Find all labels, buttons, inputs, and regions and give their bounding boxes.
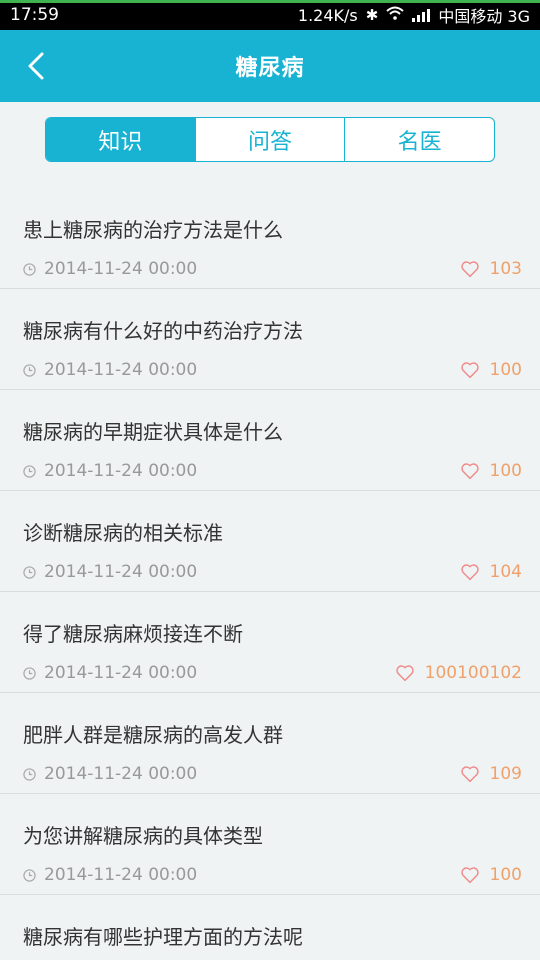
- page-title: 糖尿病: [235, 56, 305, 81]
- signal-icon: [412, 8, 431, 22]
- article-title: 诊断糖尿病的相关标准: [23, 521, 223, 545]
- status-accent-line: [0, 0, 540, 3]
- like-count: 104: [489, 562, 522, 582]
- tab-qa[interactable]: 问答: [196, 118, 346, 161]
- article-meta: 2014-11-24 00:00 100: [23, 360, 522, 380]
- bluetooth-icon: ✱: [365, 6, 379, 24]
- article-meta: 2014-11-24 00:00 104: [23, 562, 522, 582]
- heart-icon[interactable]: [460, 866, 480, 884]
- segmented-tabs: 知识 问答 名医: [45, 117, 495, 162]
- article-meta: 2014-11-24 00:00 100100102: [23, 663, 522, 683]
- tab-doctors[interactable]: 名医: [345, 118, 494, 161]
- title-bar: 糖尿病: [0, 30, 540, 102]
- clock-icon: [23, 363, 36, 377]
- list-item[interactable]: 诊断糖尿病的相关标准 2014-11-24 00:00 104: [0, 491, 540, 592]
- article-date: 2014-11-24 00:00: [44, 562, 198, 582]
- chevron-left-icon: [28, 52, 44, 80]
- clock-icon: [23, 666, 36, 680]
- article-title: 患上糖尿病的治疗方法是什么: [23, 218, 283, 242]
- back-button[interactable]: [14, 44, 58, 88]
- wifi-icon: [386, 6, 404, 24]
- list-item[interactable]: 患上糖尿病的治疗方法是什么 2014-11-24 00:00 103: [0, 188, 540, 289]
- status-bar: 17:59 1.24K/s ✱ 中国移动 3G: [0, 0, 540, 30]
- article-title: 得了糖尿病麻烦接连不断: [23, 622, 243, 646]
- article-date: 2014-11-24 00:00: [44, 663, 198, 683]
- article-meta: 2014-11-24 00:00 100: [23, 865, 522, 885]
- list-item[interactable]: 为您讲解糖尿病的具体类型 2014-11-24 00:00 100: [0, 794, 540, 895]
- heart-icon[interactable]: [460, 361, 480, 379]
- like-count: 103: [489, 259, 522, 279]
- like-count: 100: [489, 360, 522, 380]
- heart-icon[interactable]: [395, 664, 415, 682]
- list-item[interactable]: 糖尿病的早期症状具体是什么 2014-11-24 00:00 100: [0, 390, 540, 491]
- like-count: 100: [489, 865, 522, 885]
- article-meta: 2014-11-24 00:00 103: [23, 259, 522, 279]
- heart-icon[interactable]: [460, 462, 480, 480]
- article-meta: 2014-11-24 00:00 100: [23, 461, 522, 481]
- clock-icon: [23, 262, 36, 276]
- network-speed: 1.24K/s: [297, 5, 358, 25]
- like-count: 100: [489, 461, 522, 481]
- article-meta: 2014-11-24 00:00 109: [23, 764, 522, 784]
- heart-icon[interactable]: [460, 260, 480, 278]
- article-title: 肥胖人群是糖尿病的高发人群: [23, 723, 283, 747]
- clock-icon: [23, 767, 36, 781]
- heart-icon[interactable]: [460, 765, 480, 783]
- clock-icon: [23, 464, 36, 478]
- tab-knowledge[interactable]: 知识: [46, 118, 196, 161]
- article-title: 糖尿病的早期症状具体是什么: [23, 420, 283, 444]
- article-date: 2014-11-24 00:00: [44, 865, 198, 885]
- list-item[interactable]: 肥胖人群是糖尿病的高发人群 2014-11-24 00:00 109: [0, 693, 540, 794]
- list-item[interactable]: 糖尿病有什么好的中药治疗方法 2014-11-24 00:00 100: [0, 289, 540, 390]
- like-count: 109: [489, 764, 522, 784]
- status-time: 17:59: [10, 5, 59, 25]
- clock-icon: [23, 868, 36, 882]
- article-date: 2014-11-24 00:00: [44, 360, 198, 380]
- article-title: 为您讲解糖尿病的具体类型: [23, 824, 263, 848]
- article-title: 糖尿病有哪些护理方面的方法呢: [23, 925, 303, 949]
- article-date: 2014-11-24 00:00: [44, 461, 198, 481]
- like-count: 100100102: [424, 663, 522, 683]
- clock-icon: [23, 565, 36, 579]
- article-date: 2014-11-24 00:00: [44, 764, 198, 784]
- status-indicators: 1.24K/s ✱ 中国移动 3G: [298, 3, 530, 27]
- heart-icon[interactable]: [460, 563, 480, 581]
- list-item[interactable]: 糖尿病有哪些护理方面的方法呢: [0, 895, 540, 960]
- article-title: 糖尿病有什么好的中药治疗方法: [23, 319, 303, 343]
- carrier-name: 中国移动 3G: [438, 7, 530, 26]
- article-date: 2014-11-24 00:00: [44, 259, 198, 279]
- list-item[interactable]: 得了糖尿病麻烦接连不断 2014-11-24 00:00 100100102: [0, 592, 540, 693]
- article-list: 患上糖尿病的治疗方法是什么 2014-11-24 00:00 103 糖尿病有什…: [0, 188, 540, 960]
